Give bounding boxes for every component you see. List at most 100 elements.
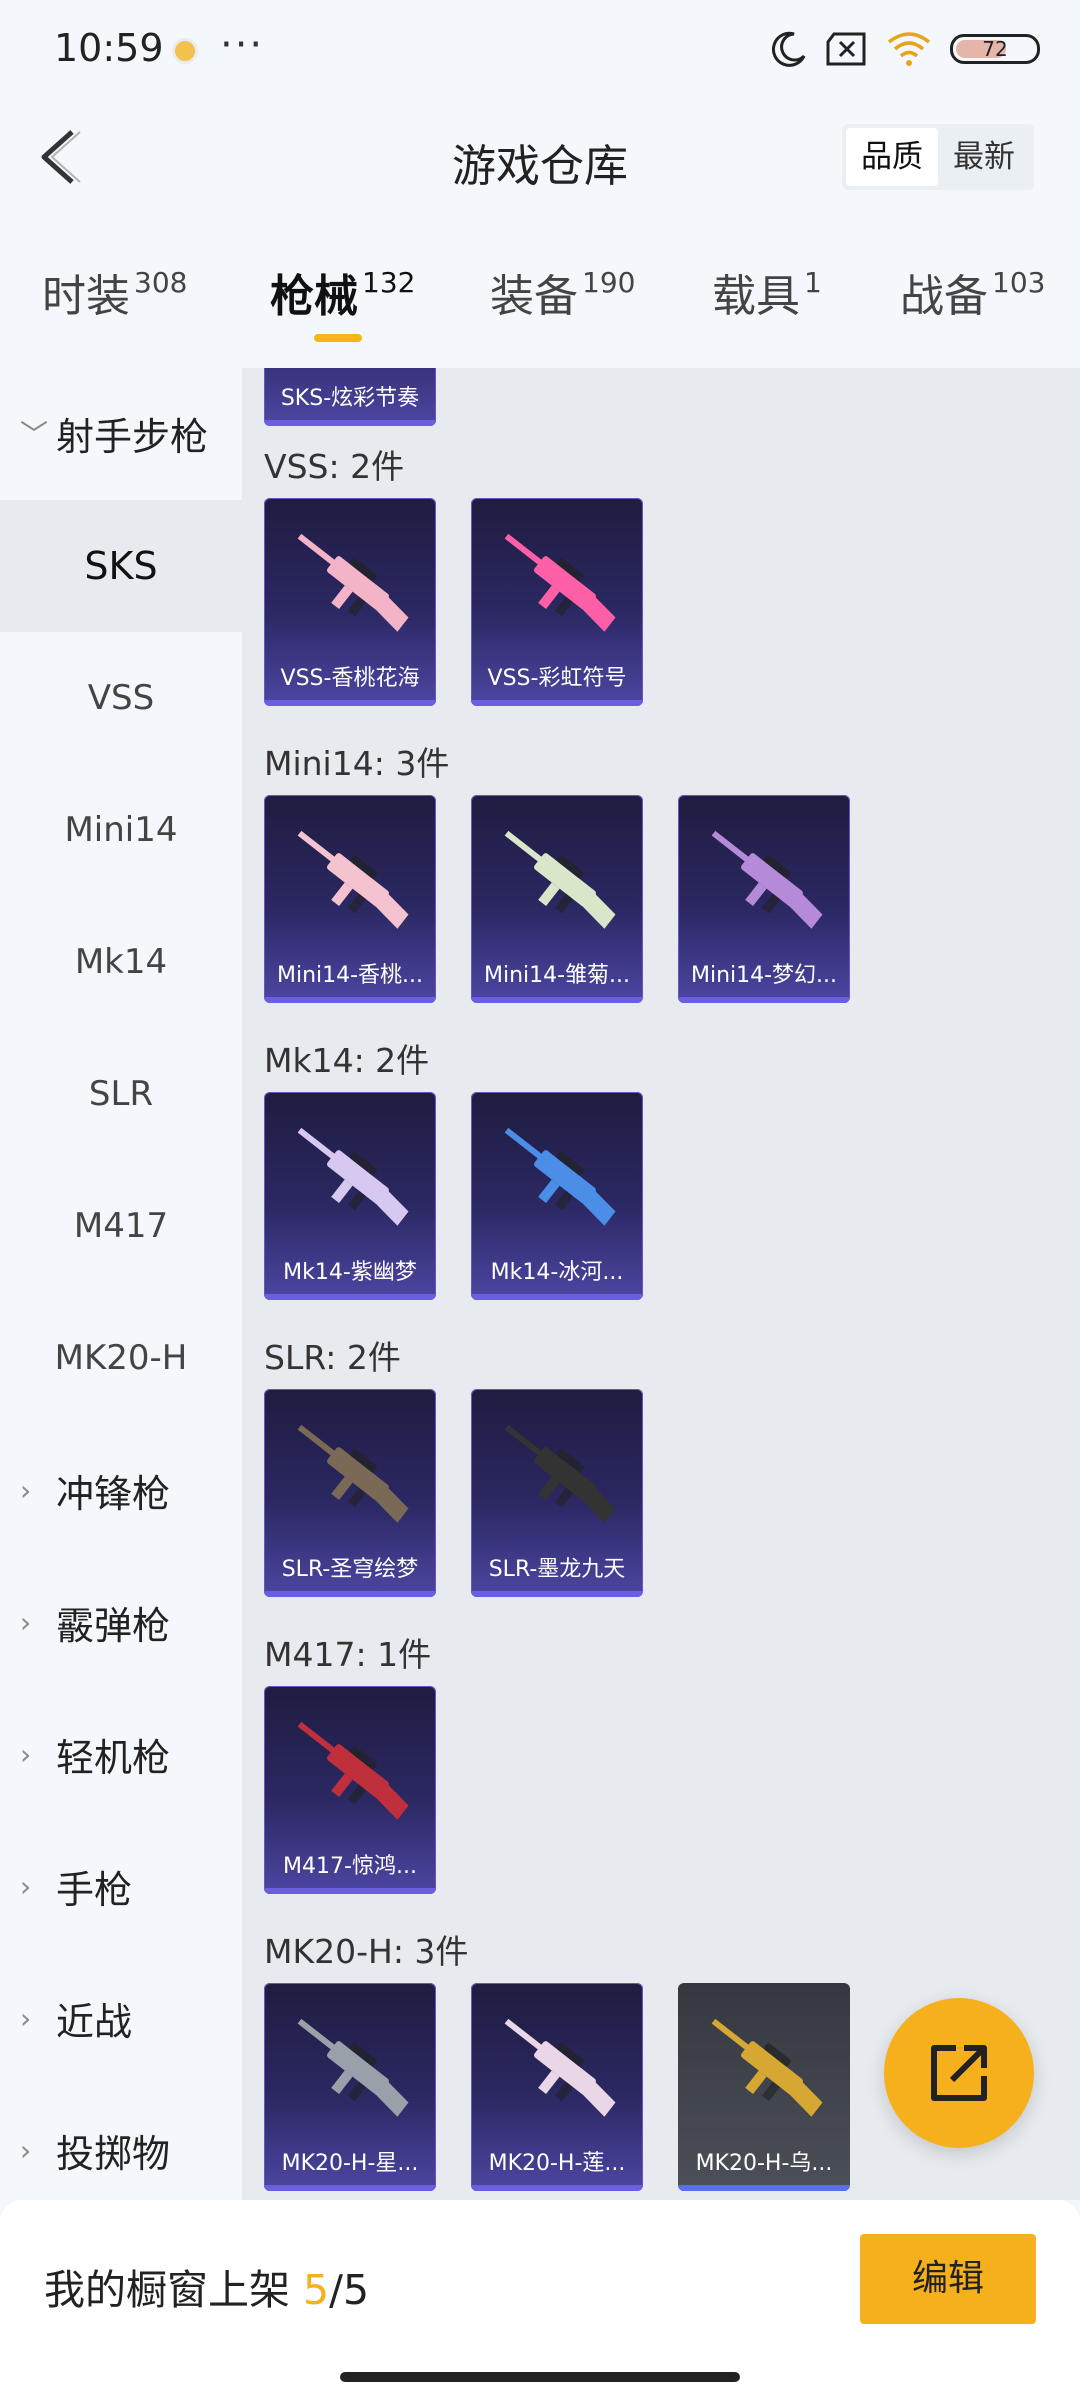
- sidebar-item-label: SLR: [88, 1074, 154, 1114]
- sidebar-group-melee[interactable]: › 近战: [0, 1952, 242, 2084]
- showcase-separator: /: [329, 2266, 343, 2314]
- sidebar-item-slr[interactable]: SLR: [0, 1028, 242, 1160]
- rifle-icon: [711, 2018, 823, 2117]
- sidebar-group-shotgun[interactable]: › 霰弹枪: [0, 1556, 242, 1688]
- tab-count: 132: [362, 266, 416, 299]
- sidebar-item-sks[interactable]: SKS: [0, 500, 242, 632]
- rifle-icon: [297, 2018, 409, 2117]
- skin-card-label: MK20-H-乌...: [695, 2151, 833, 2176]
- status-bar: 10:59 ··· 72: [0, 0, 1080, 100]
- skin-card-label: SLR-墨龙九天: [488, 1557, 626, 1582]
- rifle-icon: [504, 2018, 616, 2117]
- section-title: MK20-H: 3件: [264, 1932, 469, 1971]
- skin-card[interactable]: VSS-香桃花海: [264, 498, 436, 706]
- skin-card[interactable]: SKS-炫彩节奏: [264, 368, 436, 426]
- tab-fashion[interactable]: 时装 308: [42, 260, 187, 324]
- skin-card[interactable]: MK20-H-莲...: [471, 1983, 643, 2191]
- sidebar-group-lmg[interactable]: › 轻机枪: [0, 1688, 242, 1820]
- sidebar-group-pistol[interactable]: › 手枪: [0, 1820, 242, 1952]
- sidebar-item-mk14[interactable]: Mk14: [0, 896, 242, 1028]
- skin-card-label: MK20-H-星...: [281, 2151, 419, 2176]
- chevron-right-icon: ›: [20, 2001, 32, 2035]
- skin-card-label: MK20-H-莲...: [488, 2151, 626, 2176]
- sidebar-group-label: 射手步枪: [56, 414, 209, 459]
- showcase-status: 我的橱窗上架 5/5: [44, 2256, 369, 2316]
- rifle-icon: [297, 1721, 409, 1820]
- tab-equipment[interactable]: 装备 190: [490, 260, 635, 324]
- skin-card[interactable]: MK20-H-星...: [264, 1983, 436, 2191]
- skin-card[interactable]: Mk14-紫幽梦: [264, 1092, 436, 1300]
- sidebar-group-label: 轻机枪: [56, 1735, 171, 1780]
- showcase-total: 5: [342, 2266, 370, 2314]
- home-indicator[interactable]: [340, 2372, 740, 2382]
- tab-count: 190: [582, 266, 636, 299]
- tab-count: 103: [992, 266, 1046, 299]
- status-time: 10:59: [54, 26, 164, 70]
- skin-card[interactable]: M417-惊鸿...: [264, 1686, 436, 1894]
- section-title: Mini14: 3件: [264, 744, 450, 783]
- rifle-icon: [504, 830, 616, 929]
- skin-card-label: Mk14-冰河...: [490, 1260, 624, 1285]
- sidebar-item-mini14[interactable]: Mini14: [0, 764, 242, 896]
- skin-card-label: Mini14-梦幻...: [690, 963, 838, 988]
- tab-guns[interactable]: 枪械 132: [270, 260, 415, 324]
- sidebar-group-throwable[interactable]: › 投掷物: [0, 2084, 242, 2216]
- skin-card[interactable]: Mk14-冰河...: [471, 1092, 643, 1300]
- skin-card-label: M417-惊鸿...: [283, 1854, 417, 1879]
- sort-newest-button[interactable]: 最新: [938, 128, 1030, 186]
- sidebar-group-marksman-rifle[interactable]: ﹀ 射手步枪: [0, 368, 242, 498]
- skin-card-label: VSS-彩虹符号: [487, 666, 627, 691]
- skin-card-label: SLR-圣穹绘梦: [281, 1557, 419, 1582]
- sidebar-item-label: SKS: [84, 544, 158, 588]
- sidebar-group-smg[interactable]: › 冲锋枪: [0, 1424, 242, 1556]
- skin-card[interactable]: Mini14-梦幻...: [678, 795, 850, 1003]
- sidebar-group-label: 投掷物: [56, 2131, 171, 2176]
- sidebar-item-label: MK20-H: [54, 1338, 188, 1378]
- skin-card[interactable]: VSS-彩虹符号: [471, 498, 643, 706]
- share-button[interactable]: [884, 1998, 1034, 2148]
- skin-card[interactable]: Mini14-雏菊...: [471, 795, 643, 1003]
- skin-card[interactable]: SLR-圣穹绘梦: [264, 1389, 436, 1597]
- app-notification-icon: [172, 38, 198, 64]
- skin-card-label: Mini14-香桃...: [276, 963, 424, 988]
- chevron-right-icon: ›: [20, 1737, 32, 1771]
- chevron-down-icon: ﹀: [20, 418, 49, 451]
- sidebar-item-label: VSS: [87, 678, 155, 718]
- tab-label: 时装: [42, 271, 130, 322]
- battery-icon: 72: [950, 34, 1040, 64]
- sidebar-item-mk20h[interactable]: MK20-H: [0, 1292, 242, 1424]
- skin-card[interactable]: SLR-墨龙九天: [471, 1389, 643, 1597]
- sidebar-item-vss[interactable]: VSS: [0, 632, 242, 764]
- showcase-count: 5: [303, 2266, 330, 2314]
- rifle-icon: [297, 1127, 409, 1226]
- share-icon: [931, 2045, 987, 2101]
- moon-icon: [771, 31, 806, 67]
- sidebar-group-label: 冲锋枪: [56, 1471, 171, 1516]
- wifi-icon: [887, 32, 931, 66]
- skin-card-label: VSS-香桃花海: [280, 666, 420, 691]
- rifle-icon: [504, 533, 616, 632]
- showcase-label: 我的橱窗上架: [44, 2266, 290, 2314]
- chevron-right-icon: ›: [20, 1869, 32, 1903]
- sort-quality-button[interactable]: 品质: [846, 128, 938, 186]
- rifle-icon: [297, 533, 409, 632]
- more-notifications-icon: ···: [220, 22, 265, 68]
- showcase-bar: 我的橱窗上架 5/5 编辑: [0, 2200, 1080, 2400]
- rifle-icon: [711, 830, 823, 929]
- tab-battle-gear[interactable]: 战备 103: [900, 260, 1045, 324]
- sidebar-item-label: Mk14: [74, 942, 168, 982]
- tab-vehicles[interactable]: 载具 1: [712, 260, 822, 324]
- battery-level: 72: [982, 37, 1008, 61]
- system-icons: 72: [770, 30, 1040, 68]
- weapon-type-sidebar: ﹀ 射手步枪 SKS VSS Mini14 Mk14 SLR M417 MK20…: [0, 368, 242, 2200]
- sidebar-item-label: Mini14: [64, 810, 178, 850]
- rifle-icon: [297, 1424, 409, 1523]
- skin-card[interactable]: Mini14-香桃...: [264, 795, 436, 1003]
- sidebar-item-m417[interactable]: M417: [0, 1160, 242, 1292]
- tab-count: 1: [804, 266, 822, 299]
- edit-button[interactable]: 编辑: [860, 2234, 1036, 2324]
- skin-card[interactable]: MK20-H-乌...: [678, 1983, 850, 2191]
- tab-label: 枪械: [270, 271, 358, 322]
- section-title: SLR: 2件: [264, 1338, 401, 1377]
- category-tabs: 时装 308 枪械 132 装备 190 载具 1 战备 103: [0, 240, 1080, 360]
